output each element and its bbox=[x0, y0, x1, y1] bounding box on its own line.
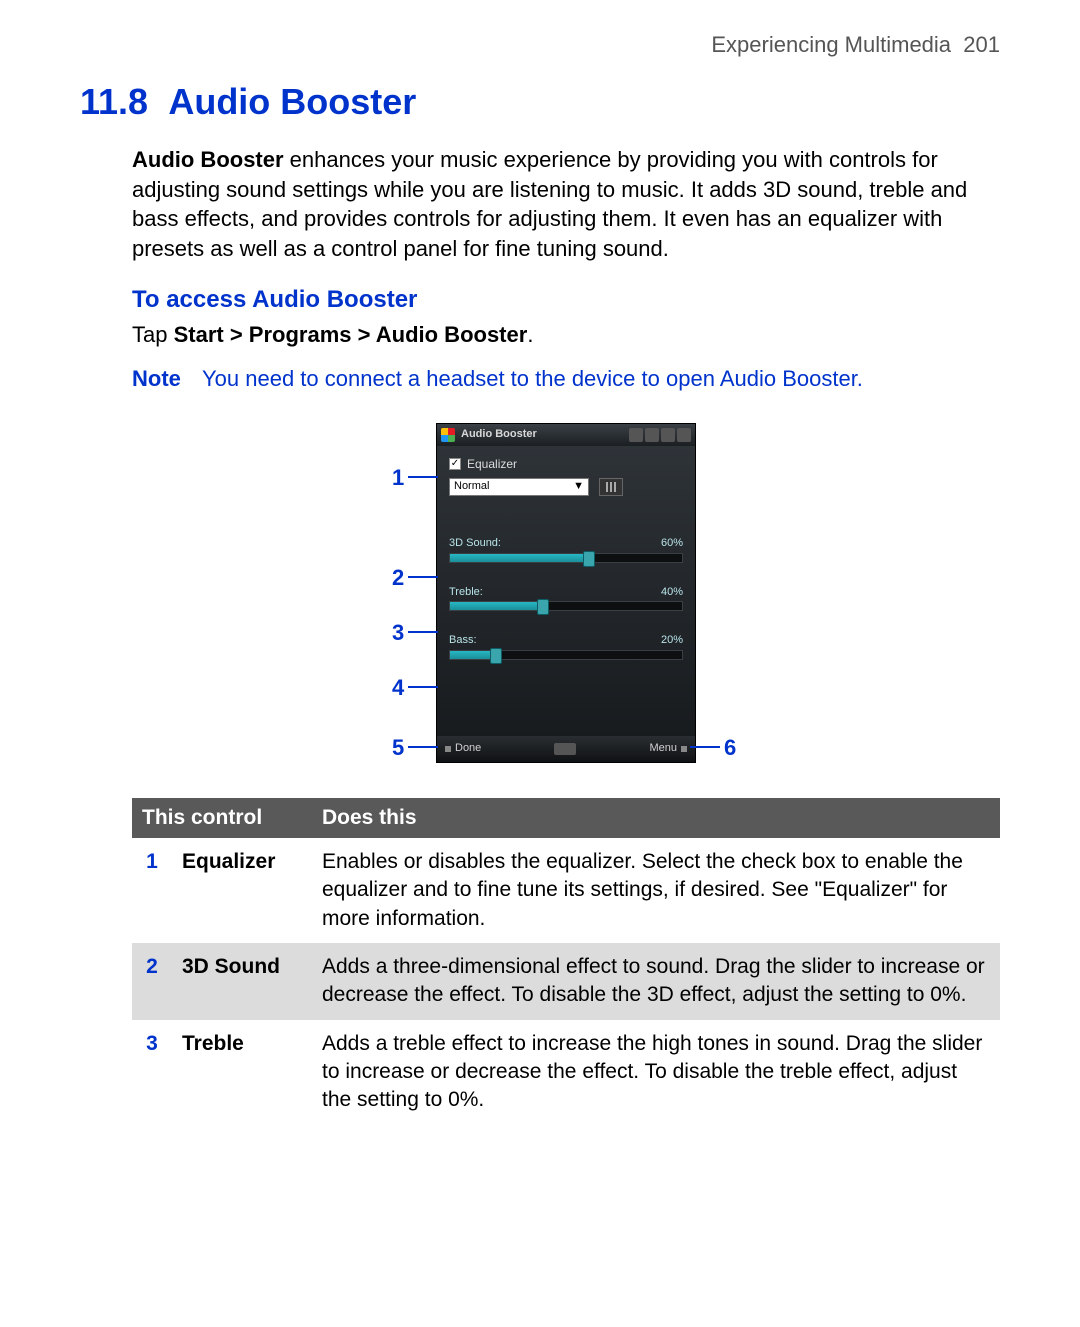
intro-lead: Audio Booster bbox=[132, 147, 284, 172]
tap-path: Start > Programs > Audio Booster bbox=[174, 322, 528, 347]
callout-1: 1 bbox=[392, 463, 438, 493]
equalizer-label: Equalizer bbox=[467, 456, 517, 472]
bass-value: 20% bbox=[661, 633, 683, 648]
phone-titlebar: Audio Booster bbox=[437, 424, 695, 446]
section-heading: 11.8 Audio Booster bbox=[80, 70, 1000, 129]
section-number: 11.8 bbox=[80, 81, 148, 122]
th-control: This control bbox=[132, 798, 312, 838]
callouts-left: 1 2 3 4 5 bbox=[392, 408, 452, 778]
dropdown-value: Normal bbox=[454, 479, 489, 494]
table-row: 1 Equalizer Enables or disables the equa… bbox=[132, 838, 1000, 943]
phone-body: ✓ Equalizer Normal ▼ 3D Sound: 60% Treble… bbox=[437, 446, 695, 736]
row-desc: Enables or disables the equalizer. Selec… bbox=[312, 838, 1000, 943]
table-row: 2 3D Sound Adds a three-dimensional effe… bbox=[132, 943, 1000, 1020]
row-desc: Adds a three-dimensional effect to sound… bbox=[312, 943, 1000, 1020]
chapter-name: Experiencing Multimedia bbox=[711, 32, 951, 57]
tap-suffix: . bbox=[527, 322, 533, 347]
row-num: 1 bbox=[132, 838, 172, 943]
controls-table: This control Does this 1 Equalizer Enabl… bbox=[132, 798, 1000, 1125]
callout-6: 6 bbox=[690, 733, 736, 763]
phone-softkey-bar: Done Menu bbox=[437, 736, 695, 762]
running-header: Experiencing Multimedia 201 bbox=[80, 30, 1000, 60]
table-row: 3 Treble Adds a treble effect to increas… bbox=[132, 1020, 1000, 1125]
close-icon[interactable] bbox=[677, 428, 691, 442]
phone-title: Audio Booster bbox=[461, 427, 537, 442]
table-header-row: This control Does this bbox=[132, 798, 1000, 838]
treble-slider[interactable] bbox=[449, 601, 683, 611]
intro-paragraph: Audio Booster enhances your music experi… bbox=[132, 145, 1000, 264]
treble-value: 40% bbox=[661, 585, 683, 600]
note-row: Note You need to connect a headset to th… bbox=[132, 364, 1000, 394]
equalizer-checkbox-row: ✓ Equalizer bbox=[449, 456, 683, 472]
chevron-down-icon: ▼ bbox=[573, 479, 584, 494]
treble-label: Treble: bbox=[449, 585, 483, 600]
row-name: Equalizer bbox=[172, 838, 312, 943]
3dsound-value: 60% bbox=[661, 536, 683, 551]
keyboard-icon[interactable] bbox=[554, 743, 576, 755]
callout-2: 2 bbox=[392, 563, 438, 593]
equalizer-dropdown-row: Normal ▼ bbox=[449, 478, 683, 496]
bass-label: Bass: bbox=[449, 633, 477, 648]
note-label: Note bbox=[132, 364, 202, 394]
signal-icon bbox=[645, 428, 659, 442]
callout-3: 3 bbox=[392, 618, 438, 648]
row-name: 3D Sound bbox=[172, 943, 312, 1020]
th-does: Does this bbox=[312, 798, 1000, 838]
equalizer-preset-dropdown[interactable]: Normal ▼ bbox=[449, 478, 589, 496]
callout-4: 4 bbox=[392, 673, 438, 703]
slider-3dsound: 3D Sound: 60% bbox=[449, 536, 683, 563]
3dsound-slider[interactable] bbox=[449, 553, 683, 563]
section-title: Audio Booster bbox=[168, 81, 416, 122]
access-heading: To access Audio Booster bbox=[132, 284, 1000, 316]
equalizer-settings-button[interactable] bbox=[599, 478, 623, 496]
row-name: Treble bbox=[172, 1020, 312, 1125]
status-icons bbox=[629, 428, 691, 442]
figure: 1 2 3 4 5 Audio Booster ✓ Equalizer Norm… bbox=[132, 408, 1000, 778]
row-desc: Adds a treble effect to increase the hig… bbox=[312, 1020, 1000, 1125]
3dsound-label: 3D Sound: bbox=[449, 536, 501, 551]
volume-icon bbox=[661, 428, 675, 442]
callout-5: 5 bbox=[392, 733, 438, 763]
row-num: 2 bbox=[132, 943, 172, 1020]
slider-treble: Treble: 40% bbox=[449, 585, 683, 612]
note-text: You need to connect a headset to the dev… bbox=[202, 364, 863, 394]
connection-icon bbox=[629, 428, 643, 442]
tap-prefix: Tap bbox=[132, 322, 174, 347]
softkey-menu[interactable]: Menu bbox=[649, 741, 687, 756]
row-num: 3 bbox=[132, 1020, 172, 1125]
callouts-right: 6 bbox=[690, 408, 750, 778]
access-instruction: Tap Start > Programs > Audio Booster. bbox=[132, 320, 1000, 350]
slider-bass: Bass: 20% bbox=[449, 633, 683, 660]
bass-slider[interactable] bbox=[449, 650, 683, 660]
page-number: 201 bbox=[963, 32, 1000, 57]
phone-screenshot: Audio Booster ✓ Equalizer Normal ▼ bbox=[436, 423, 696, 763]
